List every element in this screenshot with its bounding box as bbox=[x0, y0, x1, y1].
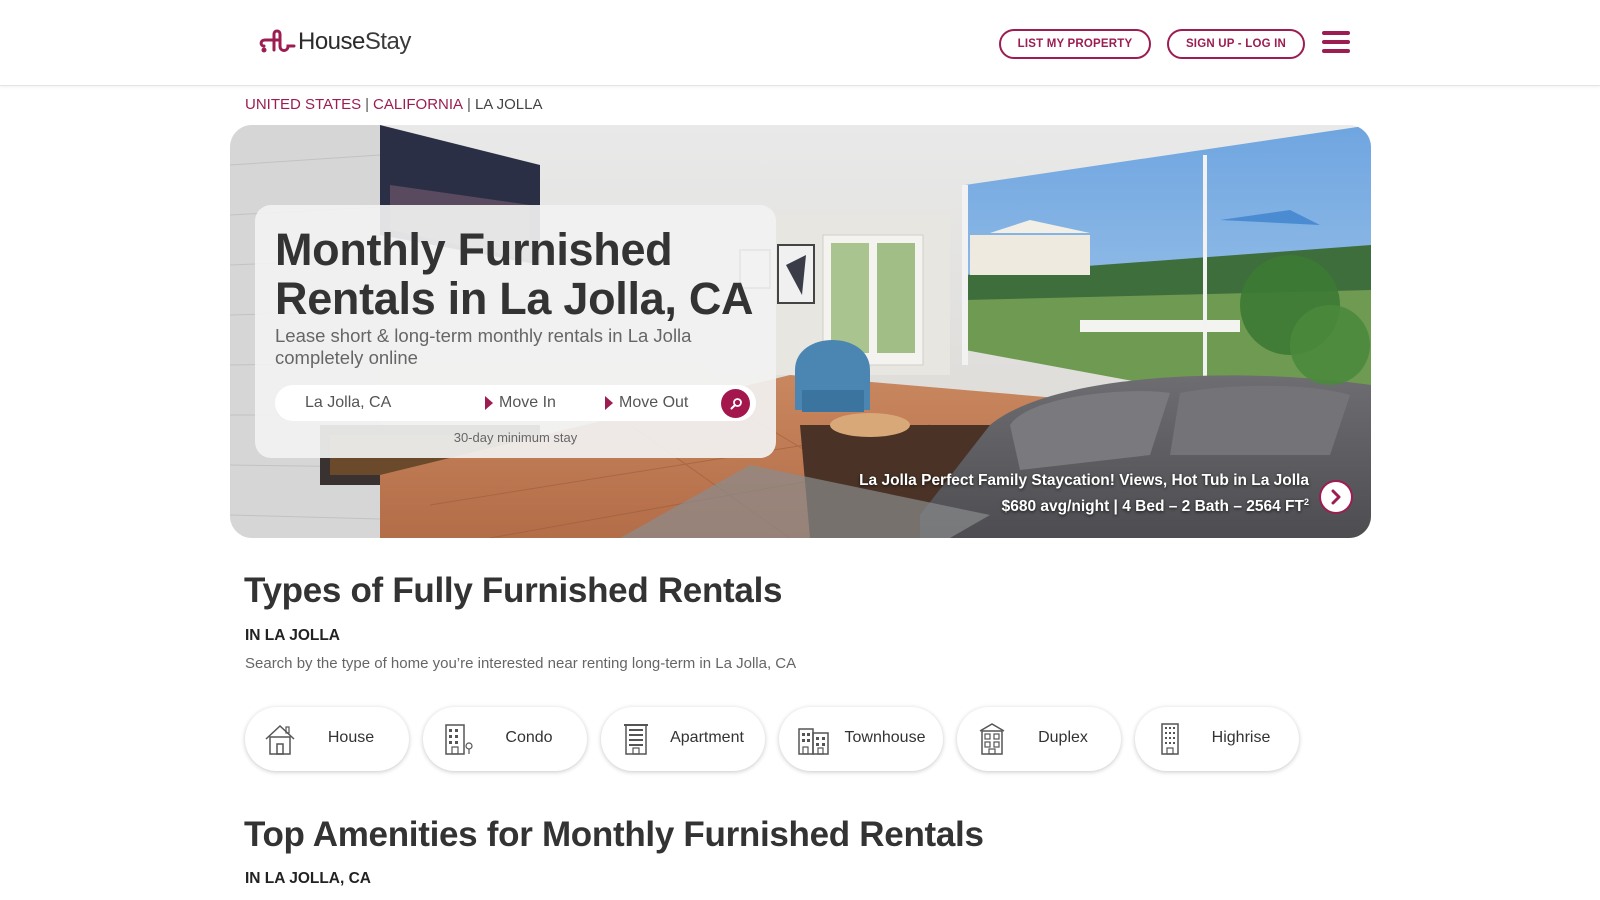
house-icon bbox=[265, 724, 295, 755]
logo-text-house: House bbox=[298, 28, 365, 55]
move-out-field[interactable]: Move Out bbox=[619, 394, 688, 412]
featured-listing-meta: $680 avg/night | 4 Bed – 2 Bath – 2564 F… bbox=[1002, 497, 1309, 516]
types-section-subheading: IN LA JOLLA bbox=[245, 627, 341, 644]
type-label-house: House bbox=[327, 729, 375, 746]
duplex-icon bbox=[979, 723, 1005, 755]
breadcrumb-united-states[interactable]: UNITED STATES bbox=[245, 96, 361, 113]
chevron-right-icon bbox=[1331, 489, 1341, 505]
hamburger-icon[interactable] bbox=[1322, 31, 1350, 53]
type-label-townhouse: Townhouse bbox=[844, 729, 926, 746]
amenities-section-title: Top Amenities for Monthly Furnished Rent… bbox=[244, 815, 984, 854]
move-out-caret-icon bbox=[605, 396, 613, 410]
move-in-caret-icon bbox=[485, 396, 493, 410]
type-card-house[interactable]: House bbox=[245, 707, 409, 771]
apartment-icon bbox=[624, 724, 648, 755]
list-my-property-button[interactable]: LIST MY PROPERTY bbox=[999, 29, 1151, 59]
search-icon bbox=[730, 397, 742, 409]
type-label-condo: Condo bbox=[505, 729, 553, 746]
type-card-duplex[interactable]: Duplex bbox=[957, 707, 1121, 771]
breadcrumb-california[interactable]: CALIFORNIA bbox=[373, 96, 463, 113]
type-label-highrise: Highrise bbox=[1211, 729, 1271, 746]
site-header: HouseStay LIST MY PROPERTY SIGN UP - LOG… bbox=[0, 0, 1600, 86]
featured-listing-details: $680 avg/night | 4 Bed – 2 Bath – 2564 F… bbox=[1001, 498, 1304, 516]
type-label-apartment: Apartment bbox=[670, 729, 744, 746]
breadcrumb-la-jolla: LA JOLLA bbox=[474, 96, 543, 113]
hero-search-card: Monthly Furnished Rentals in La Jolla, C… bbox=[255, 205, 776, 458]
logo-text: HouseStay bbox=[298, 28, 411, 56]
featured-listing-title[interactable]: La Jolla Perfect Family Staycation! View… bbox=[859, 472, 1309, 490]
sign-up-login-button[interactable]: SIGN UP - LOG IN bbox=[1167, 29, 1305, 59]
breadcrumb-separator: | bbox=[467, 96, 471, 113]
hero-banner: Monthly Furnished Rentals in La Jolla, C… bbox=[230, 125, 1371, 538]
search-bar: La Jolla, CA Move In Move Out bbox=[275, 385, 756, 421]
condo-icon bbox=[445, 724, 473, 755]
type-label-duplex: Duplex bbox=[1038, 729, 1088, 746]
type-card-apartment[interactable]: Apartment bbox=[601, 707, 765, 771]
move-in-field[interactable]: Move In bbox=[499, 394, 556, 412]
type-card-condo[interactable]: Condo bbox=[423, 707, 587, 771]
location-input[interactable]: La Jolla, CA bbox=[305, 394, 391, 412]
breadcrumb-separator: | bbox=[365, 96, 370, 113]
breadcrumb: UNITED STATES | CALIFORNIA | LA JOLLA bbox=[245, 96, 543, 113]
types-section-title: Types of Fully Furnished Rentals bbox=[244, 571, 783, 610]
housestay-logo-icon bbox=[259, 29, 296, 53]
logo-text-stay: Stay bbox=[364, 28, 412, 55]
type-card-highrise[interactable]: Highrise bbox=[1135, 707, 1299, 771]
square-unit-superscript: 2 bbox=[1303, 497, 1309, 507]
types-section-description: Search by the type of home you’re intere… bbox=[245, 655, 797, 672]
hero-title: Monthly Furnished Rentals in La Jolla, C… bbox=[275, 224, 754, 324]
hero-subtitle: Lease short & long-term monthly rentals … bbox=[275, 325, 692, 368]
next-listing-button[interactable] bbox=[1319, 480, 1353, 514]
amenities-section-subheading: IN LA JOLLA, CA bbox=[245, 870, 372, 887]
townhouse-icon bbox=[798, 728, 829, 755]
logo[interactable]: HouseStay bbox=[258, 26, 411, 58]
highrise-icon bbox=[1161, 723, 1179, 755]
search-button[interactable] bbox=[721, 389, 750, 418]
minimum-stay-note: 30-day minimum stay bbox=[453, 430, 578, 445]
type-card-townhouse[interactable]: Townhouse bbox=[779, 707, 943, 771]
